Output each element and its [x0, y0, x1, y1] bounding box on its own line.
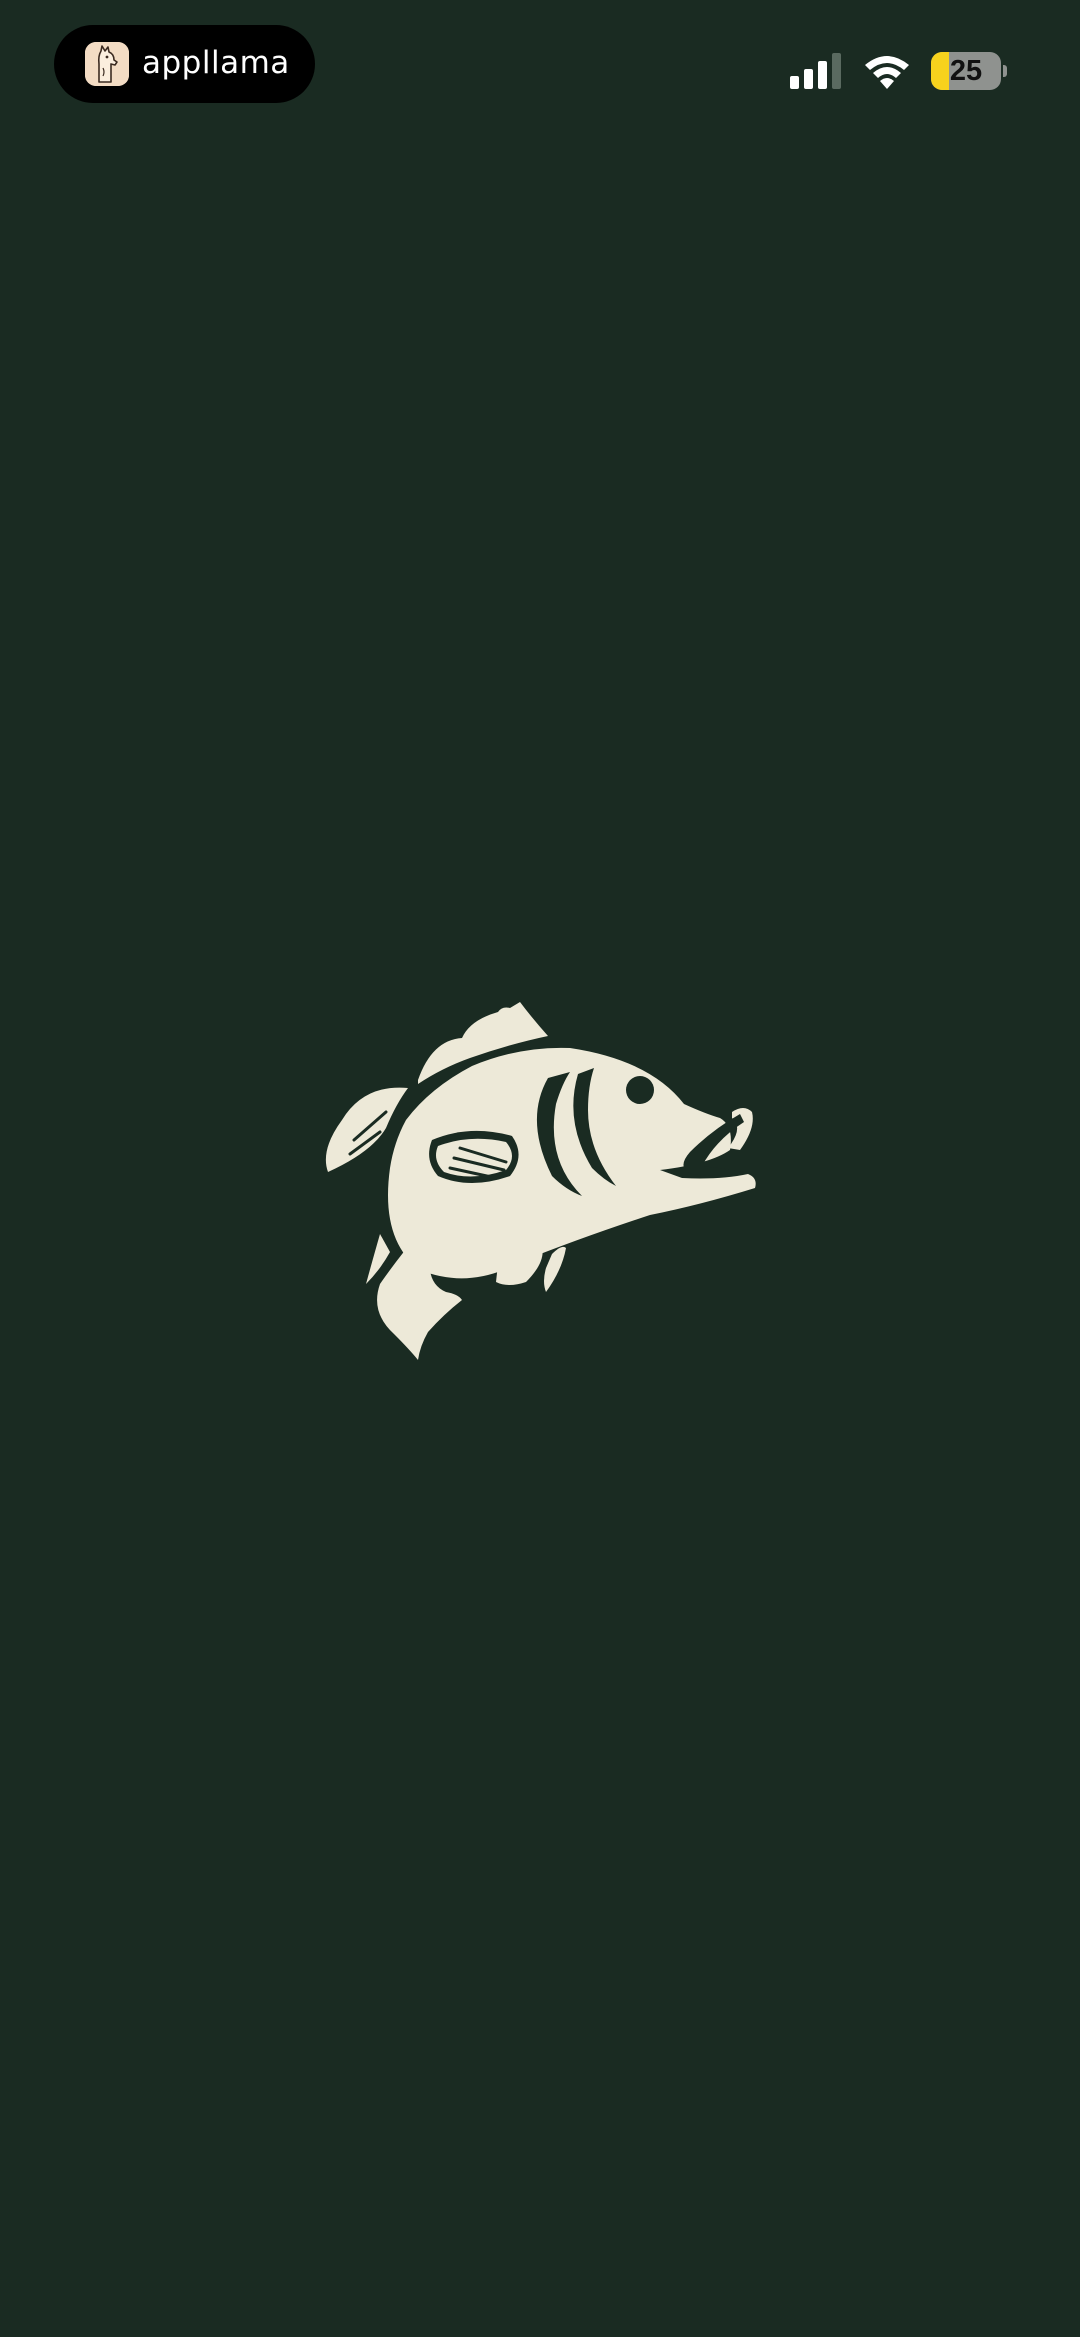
status-bar: appllama 25 — [0, 0, 1080, 140]
battery-level-label: 25 — [949, 55, 983, 87]
app-name-label: appllama — [142, 45, 290, 81]
wifi-icon — [862, 52, 912, 90]
battery-indicator: 25 — [931, 52, 1007, 90]
jumping-bass-fish-icon — [320, 1000, 760, 1380]
battery-nub — [1003, 65, 1007, 77]
battery-body: 25 — [931, 52, 1001, 90]
llama-app-icon — [85, 42, 129, 86]
splash-screen: appllama 25 — [0, 0, 1080, 2337]
cellular-signal-icon — [788, 52, 844, 90]
recording-app-pill[interactable]: appllama — [54, 25, 315, 103]
